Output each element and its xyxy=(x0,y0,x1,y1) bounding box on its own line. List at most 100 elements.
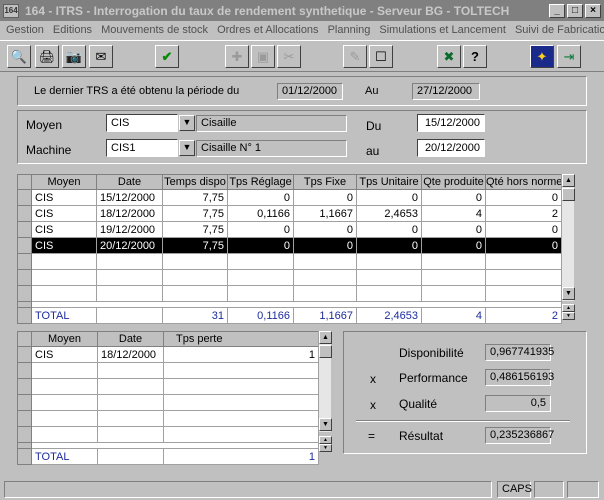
table-cell[interactable]: CIS xyxy=(31,237,97,254)
table-cell[interactable]: 0 xyxy=(421,221,486,238)
total-spin-down[interactable]: ▼ xyxy=(319,444,332,452)
close-button[interactable]: × xyxy=(585,3,601,18)
perte-total-spin[interactable]: ▲ ▼ xyxy=(318,436,332,452)
table-cell[interactable]: 0 xyxy=(356,237,422,254)
menu-gestion[interactable]: Gestion xyxy=(6,24,44,36)
table-cell[interactable]: CIS xyxy=(31,221,97,238)
table-cell[interactable]: 0,1166 xyxy=(227,205,294,222)
table-row[interactable]: CIS 18/12/2000 7,75 0,1166 1,1667 2,4653… xyxy=(17,205,562,222)
table-row[interactable]: CIS 18/12/2000 1 xyxy=(17,346,319,363)
table-cell[interactable]: 1 xyxy=(163,346,319,363)
menu-editions[interactable]: Editions xyxy=(53,24,92,36)
table-cell[interactable]: 0 xyxy=(421,189,486,206)
table-cell[interactable]: 0 xyxy=(485,237,562,254)
table-cell[interactable]: 20/12/2000 xyxy=(96,237,163,254)
menu-simulations-et-lancement[interactable]: Simulations et Lancement xyxy=(379,24,506,36)
minimize-button[interactable]: _ xyxy=(549,3,565,18)
table-row[interactable]: CIS 19/12/2000 7,75 0 0 0 0 0 xyxy=(17,221,562,238)
table-cell[interactable]: CIS xyxy=(31,205,97,222)
zoom-button[interactable]: 🔍 xyxy=(7,45,31,68)
scroll-thumb[interactable] xyxy=(319,345,332,358)
maximize-button[interactable]: □ xyxy=(567,3,583,18)
table-row[interactable]: CIS 15/12/2000 7,75 0 0 0 0 0 xyxy=(17,189,562,206)
table-row-selected[interactable]: CIS 20/12/2000 7,75 0 0 0 0 0 xyxy=(17,237,562,254)
column-header[interactable]: Moyen xyxy=(31,174,97,190)
row-selector[interactable] xyxy=(17,221,32,238)
table-cell[interactable]: 0 xyxy=(421,237,486,254)
new-button[interactable]: ☐ xyxy=(369,45,393,68)
column-header[interactable]: Tps Unitaire xyxy=(356,174,422,190)
table-cell[interactable]: 2 xyxy=(485,205,562,222)
row-selector[interactable] xyxy=(17,205,32,222)
total-spin-down[interactable]: ▼ xyxy=(562,312,575,320)
camera-button[interactable]: 📷 xyxy=(62,45,86,68)
table-cell[interactable]: 0 xyxy=(485,189,562,206)
scroll-down-button[interactable]: ▼ xyxy=(319,418,332,431)
moyen-input[interactable]: CIS xyxy=(106,114,178,132)
perte-table-scrollbar[interactable]: ▲ ▼ xyxy=(318,331,332,432)
column-header[interactable]: Date xyxy=(96,174,163,190)
du-date-input[interactable]: 15/12/2000 xyxy=(417,114,485,132)
table-cell[interactable]: 0 xyxy=(227,221,294,238)
excel-button[interactable]: ✖ xyxy=(437,45,461,68)
scroll-down-button[interactable]: ▼ xyxy=(562,287,575,300)
table-cell[interactable]: 7,75 xyxy=(162,221,228,238)
table-cell[interactable]: 19/12/2000 xyxy=(96,221,163,238)
column-header[interactable]: Temps dispo xyxy=(162,174,228,190)
add-button[interactable]: ✚ xyxy=(225,45,249,68)
row-selector[interactable] xyxy=(17,189,32,206)
table-cell[interactable]: 0 xyxy=(293,221,357,238)
moyen-dropdown-button[interactable]: ▼ xyxy=(179,115,195,131)
table-cell[interactable]: 0 xyxy=(227,237,294,254)
table-cell[interactable]: CIS xyxy=(31,189,97,206)
table-cell[interactable]: 15/12/2000 xyxy=(96,189,163,206)
save-button[interactable]: ▣ xyxy=(251,45,275,68)
row-selector[interactable] xyxy=(17,237,32,254)
table-cell[interactable]: 18/12/2000 xyxy=(96,205,163,222)
au-date-input[interactable]: 20/12/2000 xyxy=(417,139,485,157)
total-spin[interactable]: ▲ ▼ xyxy=(561,304,575,320)
machine-dropdown-button[interactable]: ▼ xyxy=(179,140,195,156)
table-cell[interactable]: 1,1667 xyxy=(293,205,357,222)
table-cell[interactable]: 0 xyxy=(356,189,422,206)
menu-planning[interactable]: Planning xyxy=(328,24,371,36)
table-cell[interactable]: CIS xyxy=(31,346,98,363)
column-header[interactable]: Tps Fixe xyxy=(293,174,357,190)
table-cell[interactable]: 0 xyxy=(293,237,357,254)
cut-button[interactable]: ✂ xyxy=(277,45,301,68)
table-cell[interactable]: 7,75 xyxy=(162,237,228,254)
table-cell[interactable]: 0 xyxy=(485,221,562,238)
table-cell[interactable]: 2,4653 xyxy=(356,205,422,222)
row-selector[interactable] xyxy=(17,346,32,363)
menu-mouvements-de-stock[interactable]: Mouvements de stock xyxy=(101,24,208,36)
edit-button[interactable]: ✎ xyxy=(343,45,367,68)
total-spin-up[interactable]: ▲ xyxy=(319,436,332,444)
exit-button[interactable]: ⇥ xyxy=(557,45,581,68)
column-header[interactable]: Qte produite xyxy=(421,174,486,190)
scroll-up-button[interactable]: ▲ xyxy=(562,174,575,187)
table-cell[interactable]: 0 xyxy=(356,221,422,238)
table-cell[interactable]: 0 xyxy=(293,189,357,206)
column-header[interactable]: Tps Réglage xyxy=(227,174,294,190)
column-header[interactable]: Tps perte xyxy=(163,331,319,347)
mail-button[interactable]: ✉ xyxy=(89,45,113,68)
table-cell[interactable]: 18/12/2000 xyxy=(97,346,164,363)
help-button[interactable]: ? xyxy=(463,45,487,68)
ok-button[interactable]: ✔ xyxy=(155,45,179,68)
menu-suivi-de-fabrication[interactable]: Suivi de Fabrication xyxy=(515,24,604,36)
wizard-button[interactable]: ✦ xyxy=(530,45,554,68)
table-cell[interactable]: 7,75 xyxy=(162,205,228,222)
table-cell[interactable]: 0 xyxy=(227,189,294,206)
scroll-thumb[interactable] xyxy=(562,188,575,201)
menu-ordres-et-allocations[interactable]: Ordres et Allocations xyxy=(217,24,319,36)
column-header[interactable]: Moyen xyxy=(31,331,98,347)
table-cell[interactable]: 4 xyxy=(421,205,486,222)
machine-input[interactable]: CIS1 xyxy=(106,139,178,157)
table-cell[interactable]: 7,75 xyxy=(162,189,228,206)
scroll-up-button[interactable]: ▲ xyxy=(319,331,332,344)
column-header[interactable]: Qté hors norme xyxy=(485,174,562,190)
total-spin-up[interactable]: ▲ xyxy=(562,304,575,312)
print-button[interactable]: 🖨 xyxy=(35,45,59,68)
trs-table-scrollbar[interactable]: ▲ ▼ xyxy=(561,174,575,301)
column-header[interactable]: Date xyxy=(97,331,164,347)
